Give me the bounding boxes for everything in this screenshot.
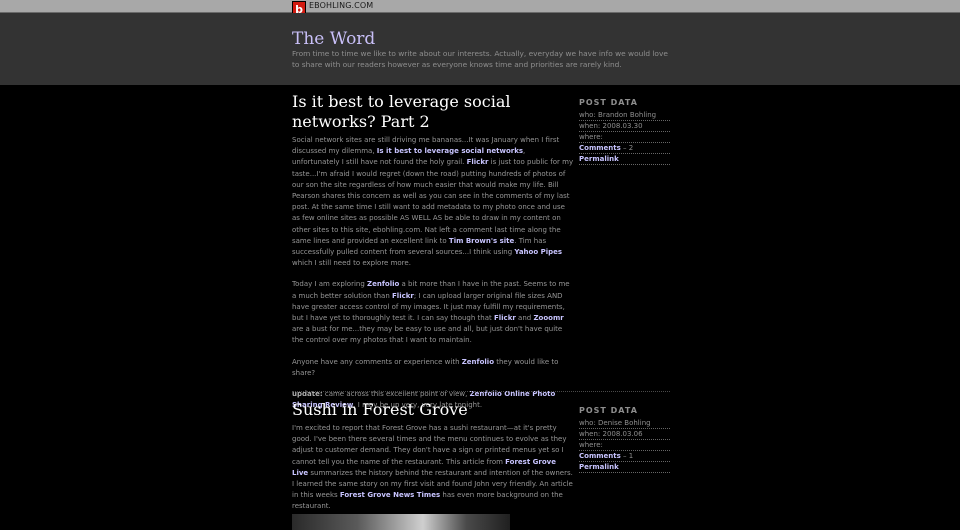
post-body: Social network sites are still driving m… [292,135,574,411]
text: are a bust for me...they may be easy to … [292,325,563,345]
post-author: who: Denise Bohling [579,419,670,429]
site-name-link[interactable]: EBOHLING.COM [309,0,373,12]
blog-tagline: From time to time we like to write about… [292,49,668,69]
post-paragraph: I'm excited to report that Forest Grove … [292,423,574,513]
text: Anyone have any comments or experience w… [292,357,462,366]
post-permalink: Permalink [579,463,670,473]
blog-post: Is it best to leverage social networks? … [292,92,670,421]
text: is just too public for my taste...I'm af… [292,158,574,245]
text: and [515,314,534,323]
comment-count: – 1 [620,452,634,460]
blog-title[interactable]: The Word [292,29,375,49]
permalink-link[interactable]: Permalink [579,463,619,471]
post-comments: Comments – 1 [579,452,670,462]
post-comments: Comments – 2 [579,144,670,154]
post-link[interactable]: Is it best to leverage social networks [377,147,523,155]
text: Today I am exploring [292,280,368,289]
post-photo [292,514,510,530]
permalink-link[interactable]: Permalink [579,155,619,163]
post-link[interactable]: Flickr [494,314,516,322]
text: which I still need to explore more. [292,259,411,268]
post-author: who: Brandon Bohling [579,111,670,121]
post-paragraph: Today I am exploring Zenfolio a bit more… [292,279,574,346]
post-permalink: Permalink [579,155,670,165]
post-link[interactable]: Zooomr [533,314,563,322]
post-link[interactable]: Zenfolio [367,280,399,288]
post-title[interactable]: Is it best to leverage social networks? … [292,92,570,132]
post-link[interactable]: Yahoo Pipes [514,248,562,256]
post-paragraph: Anyone have any comments or experience w… [292,357,574,379]
post-location: where: [579,441,670,451]
blog-header: The Word From time to time we like to wr… [0,13,960,85]
post-data-heading: POST DATA [579,98,638,107]
post-paragraph: Social network sites are still driving m… [292,135,574,269]
post-date: when: 2008.03.30 [579,122,670,132]
post-meta: POST DATA who: Brandon Bohling when: 200… [579,98,670,166]
post-date: when: 2008.03.06 [579,430,670,440]
post-link[interactable]: Zenfolio [462,358,494,366]
comments-link[interactable]: Comments [579,144,621,152]
post-title[interactable]: Sushi in Forest Grove [292,400,570,420]
site-top-bar [0,0,960,13]
post-link[interactable]: Tim Brown's site [449,237,514,245]
post-link[interactable]: Flickr [392,292,414,300]
post-body: I'm excited to report that Forest Grove … [292,423,574,513]
post-divider [292,391,670,392]
post-meta: POST DATA who: Denise Bohling when: 2008… [579,406,670,474]
post-data-heading: POST DATA [579,406,638,415]
post-location: where: [579,133,670,143]
post-link[interactable]: Forest Grove News Times [340,491,440,499]
post-link[interactable]: Flickr [467,158,489,166]
comments-link[interactable]: Comments [579,452,621,460]
comment-count: – 2 [620,144,634,152]
blog-post: Sushi in Forest Grove I'm excited to rep… [292,400,670,523]
